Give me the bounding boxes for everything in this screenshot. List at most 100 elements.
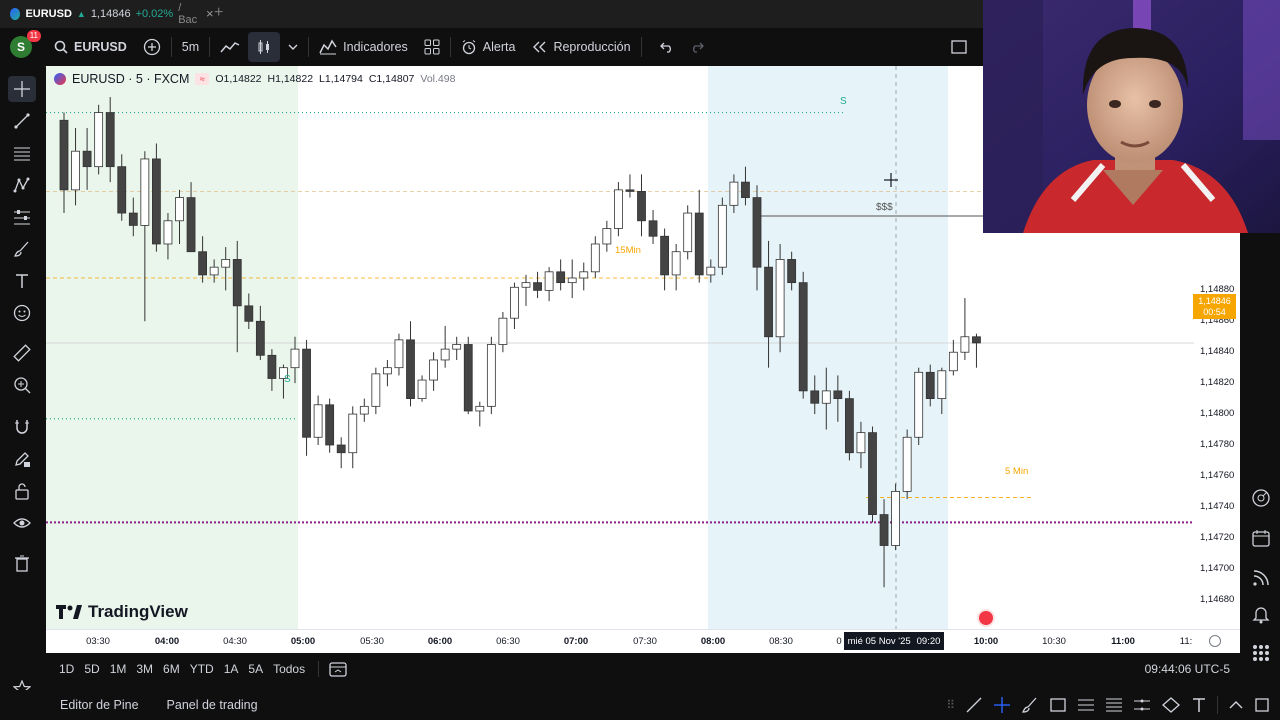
eye-icon <box>13 518 31 528</box>
templates-button[interactable] <box>416 32 448 62</box>
pattern-tool-button[interactable] <box>8 172 36 198</box>
candle-body <box>152 158 161 245</box>
candle-body <box>764 266 773 338</box>
price-tick-label: 1,14680 <box>1200 593 1235 605</box>
trendline-icon[interactable] <box>965 696 983 714</box>
pine-editor-tab[interactable]: Editor de Pine <box>46 698 153 712</box>
range-1m[interactable]: 1M <box>105 662 132 676</box>
candle-body <box>521 282 531 288</box>
interval-button[interactable]: 5m <box>174 32 207 62</box>
brush-icon[interactable] <box>1021 696 1039 714</box>
watchlist-button[interactable] <box>1249 486 1273 510</box>
maximize-panel-icon[interactable] <box>1254 697 1270 713</box>
emoji-tool-button[interactable] <box>8 300 36 326</box>
candle-body <box>371 373 381 407</box>
line-chart-button[interactable] <box>212 32 248 62</box>
layout-grid-icon <box>424 39 440 55</box>
brush-tool-button[interactable] <box>8 236 36 262</box>
crosshair-icon[interactable] <box>993 696 1011 714</box>
remove-drawings-button[interactable] <box>8 550 36 576</box>
trading-panel-tab[interactable]: Panel de trading <box>153 698 272 712</box>
horizontal-lines-icon[interactable] <box>1077 696 1095 714</box>
channel-icon[interactable] <box>1133 696 1151 714</box>
text-icon[interactable] <box>1191 696 1207 714</box>
text-tool-button[interactable] <box>8 268 36 294</box>
avatar[interactable]: S 11 <box>10 30 41 58</box>
price-tick-label: 1,14740 <box>1200 500 1235 512</box>
lock-drawings-button[interactable] <box>8 478 36 504</box>
range-ytd[interactable]: YTD <box>185 662 219 676</box>
calendar-button[interactable] <box>1249 526 1273 550</box>
time-tick-label: 06:30 <box>496 636 520 647</box>
candles-style-button[interactable] <box>248 32 281 62</box>
time-axis[interactable]: 03:30 04:00 04:30 05:00 05:30 06:00 06:30 07:00… <box>46 629 1240 653</box>
magnet-icon <box>15 420 29 434</box>
stay-drawing-button[interactable] <box>8 446 36 472</box>
candle-body <box>914 371 924 438</box>
browser-tab[interactable]: EURUSD ▲ 1,14846 +0.02% / Bac <box>0 0 200 28</box>
tradingview-watermark[interactable]: TradingView <box>56 602 188 622</box>
apps-grid-icon <box>1253 645 1269 661</box>
chevron-up-icon[interactable] <box>1228 700 1244 710</box>
range-all[interactable]: Todos <box>268 662 310 676</box>
candle-body <box>105 112 115 168</box>
candle-body <box>948 351 958 372</box>
legend-symbol[interactable]: EURUSD · 5 · FXCM <box>72 72 189 86</box>
axis-settings-icon[interactable] <box>1209 635 1221 647</box>
magnet-tool-button[interactable] <box>8 414 36 440</box>
alerts-button[interactable] <box>1249 602 1273 626</box>
hide-drawings-button[interactable] <box>8 510 36 536</box>
more-apps-button[interactable] <box>1249 641 1273 665</box>
indicators-button[interactable]: Indicadores <box>311 32 416 62</box>
current-price-label: 1,14846 00:54 <box>1193 294 1236 319</box>
candle-body <box>590 243 600 273</box>
price-tick-label: 1,14700 <box>1200 562 1235 574</box>
drag-handle-icon[interactable]: ⠿ <box>946 698 955 712</box>
divider <box>1217 696 1218 714</box>
ruler-tool-button[interactable] <box>8 340 36 366</box>
range-3m[interactable]: 3M <box>131 662 158 676</box>
new-tab-icon[interactable]: + <box>214 4 223 22</box>
fib-tool-button[interactable] <box>8 140 36 166</box>
candle-body <box>902 436 912 492</box>
chart-style-dropdown[interactable] <box>280 32 306 62</box>
chart-legend: EURUSD · 5 · FXCM ≈ O1,14822 H1,14822 L1… <box>54 72 455 86</box>
undo-button[interactable] <box>652 32 682 62</box>
alert-button[interactable]: Alerta <box>453 32 524 62</box>
news-button[interactable] <box>1249 566 1273 590</box>
redo-icon <box>692 42 704 53</box>
tab-close-icon[interactable]: × <box>206 6 214 21</box>
us-event-flag-icon[interactable] <box>977 609 995 627</box>
range-5y[interactable]: 5A <box>243 662 268 676</box>
compare-button[interactable] <box>135 32 169 62</box>
replay-button[interactable]: Reproducción <box>523 32 638 62</box>
symbol-search-button[interactable]: EURUSD <box>46 32 135 62</box>
undo-icon <box>659 42 671 53</box>
range-5d[interactable]: 5D <box>79 662 104 676</box>
rectangle-icon[interactable] <box>1049 696 1067 714</box>
price-tick-label: 1,14840 <box>1200 346 1235 358</box>
range-1d[interactable]: 1D <box>54 662 79 676</box>
legend-low: L1,14794 <box>319 73 363 85</box>
time-tick-label: 08:30 <box>769 636 793 647</box>
lock-icon <box>15 483 29 500</box>
label-15min: 15Min <box>615 245 641 256</box>
candle-body <box>117 166 127 214</box>
crosshair-tool-button[interactable] <box>8 76 36 102</box>
candle-body <box>382 367 392 375</box>
trendline-tool-button[interactable] <box>8 108 36 134</box>
candle-body <box>821 390 831 404</box>
timezone-clock[interactable]: 09:44:06 UTC-5 <box>1145 662 1230 676</box>
forecast-tool-button[interactable] <box>8 204 36 230</box>
go-to-date-button[interactable] <box>318 661 347 677</box>
diamond-shape-icon[interactable] <box>1161 696 1181 714</box>
candle-body <box>128 212 138 226</box>
redo-button[interactable] <box>682 32 712 62</box>
range-1y[interactable]: 1A <box>219 662 244 676</box>
date-range-bar: 1D 5D 1M 3M 6M YTD 1A 5A Todos 09:44:06 … <box>46 655 1240 683</box>
fullscreen-button[interactable] <box>943 32 975 62</box>
zoom-tool-button[interactable] <box>8 372 36 398</box>
fib-icon[interactable] <box>1105 696 1123 714</box>
crosshair-date: mié 05 Nov '25 <box>847 635 911 647</box>
range-6m[interactable]: 6M <box>158 662 185 676</box>
